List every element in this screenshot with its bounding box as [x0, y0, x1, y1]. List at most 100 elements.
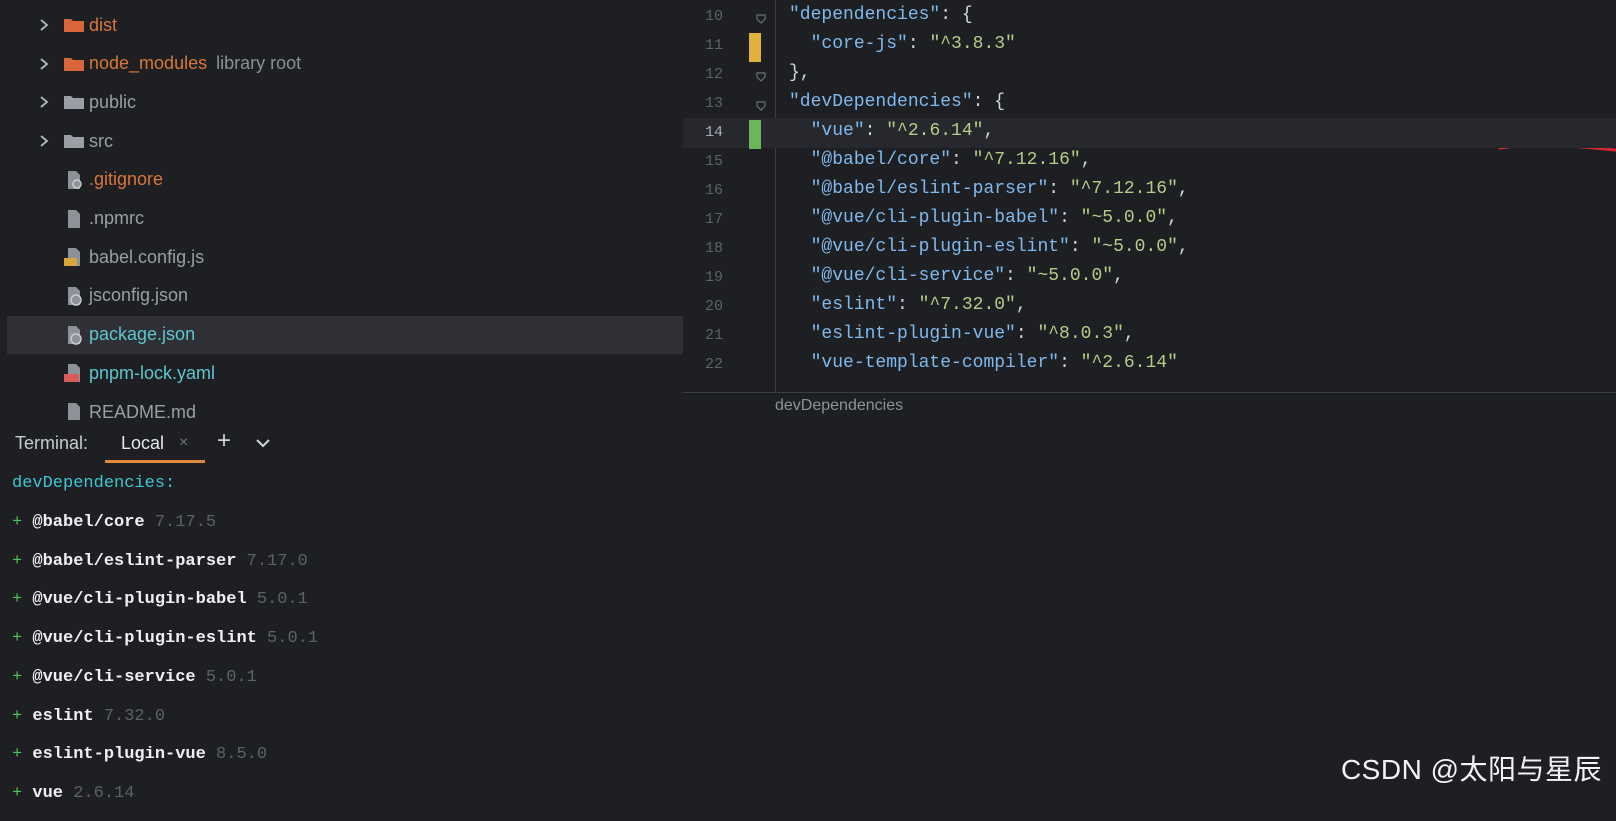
json-punct: :: [1015, 324, 1038, 344]
line-number: 13: [704, 95, 723, 112]
tree-item-name: package.json: [89, 324, 196, 345]
tree-item-label: .npmrc: [89, 208, 144, 229]
package-name: vue: [32, 783, 64, 803]
tree-item-label: public: [89, 92, 136, 113]
close-icon[interactable]: ×: [179, 435, 188, 451]
json-string: "~5.0.0": [1091, 237, 1178, 257]
tree-item-npmrc[interactable]: .npmrc: [0, 200, 683, 238]
tree-item-pnpm-lock-yaml[interactable]: pnpm-lock.yaml: [0, 354, 683, 392]
json-string: "^7.32.0": [918, 295, 1016, 315]
tree-item-jsconfig-json[interactable]: jsconfig.json: [0, 277, 683, 315]
new-tab-plus-icon[interactable]: +: [217, 428, 231, 454]
line-number: 20: [704, 298, 723, 315]
code-line[interactable]: 11 "core-js": "^3.8.3": [683, 31, 1616, 62]
code-line[interactable]: 20 "eslint": "^7.32.0",: [683, 292, 1616, 322]
json-key: "eslint-plugin-vue": [810, 324, 1016, 344]
code-text: "@babel/core": "^7.12.16",: [789, 150, 1092, 170]
code-line[interactable]: 18 "@vue/cli-plugin-eslint": "~5.0.0",: [683, 234, 1616, 264]
json-string: "^3.8.3": [929, 34, 1016, 54]
line-number: 14: [704, 124, 723, 141]
plus-sign: +: [12, 590, 33, 610]
code-line[interactable]: 15 "@babel/core": "^7.12.16",: [683, 147, 1616, 177]
tree-item-node-modules[interactable]: node_modules library root: [0, 45, 683, 83]
tree-item-readme-md[interactable]: README.md: [0, 393, 683, 420]
json-key: "@vue/cli-service": [810, 266, 1006, 286]
json-punct: ,: [1177, 179, 1189, 199]
package-name: @vue/cli-service: [32, 667, 196, 687]
tree-item-suffix: library root: [216, 53, 302, 74]
code-line[interactable]: 19 "@vue/cli-service": "~5.0.0",: [683, 263, 1616, 293]
tree-item-public[interactable]: public: [0, 83, 683, 121]
plus-sign: +: [12, 667, 33, 687]
code-text: "@babel/eslint-parser": "^7.12.16",: [789, 179, 1189, 199]
tree-item-name: jsconfig.json: [89, 285, 189, 306]
code-line[interactable]: 12},: [683, 60, 1616, 90]
json-punct: [789, 34, 811, 54]
tree-item-name: public: [89, 91, 137, 112]
chevron-right-icon[interactable]: [37, 57, 51, 71]
terminal-title: Terminal:: [15, 433, 89, 453]
json-key: "@vue/cli-plugin-eslint": [810, 237, 1070, 257]
fold-icon[interactable]: [755, 11, 767, 24]
tree-item-dist[interactable]: dist: [0, 6, 683, 44]
code-line[interactable]: 10 "dependencies": {: [683, 2, 1616, 32]
json-string: "~5.0.0": [1080, 208, 1168, 228]
code-text: },: [789, 63, 811, 83]
json-string: "^7.12.16": [972, 150, 1081, 170]
breadcrumb[interactable]: devDependencies: [775, 397, 903, 415]
terminal-line: + eslint-plugin-vue 8.5.0: [12, 745, 267, 764]
package-version: 5.0.1: [205, 667, 257, 687]
fold-icon[interactable]: [755, 98, 767, 111]
code-line[interactable]: 17 "@vue/cli-plugin-babel": "~5.0.0",: [683, 205, 1616, 235]
json-file-icon: [63, 285, 85, 307]
code-line[interactable]: 21 "eslint-plugin-vue": "^8.0.3",: [683, 321, 1616, 351]
code-editor[interactable]: 10 "dependencies": {11 "core-js": "^3.8.3…: [683, 0, 1616, 392]
plus-sign: +: [12, 706, 33, 726]
package-version: 7.17.5: [154, 513, 217, 532]
json-punct: ,: [1080, 150, 1092, 170]
package-name: @babel/eslint-parser: [32, 551, 237, 571]
terminal-line: + @vue/cli-plugin-babel 5.0.1: [12, 590, 308, 609]
chevron-down-icon[interactable]: [255, 435, 271, 451]
code-line[interactable]: 13 "devDependencies": {: [683, 89, 1616, 119]
code-text: "dependencies": {: [789, 5, 973, 25]
tree-item-label: README.md: [89, 402, 196, 421]
json-punct: :: [951, 150, 973, 170]
json-punct: [789, 208, 811, 228]
json-key: "@babel/eslint-parser": [810, 179, 1049, 199]
json-punct: :: [864, 121, 887, 141]
tree-item-gitignore[interactable]: .gitignore: [0, 161, 683, 199]
code-line[interactable]: 16 "@babel/eslint-parser": "^7.12.16",: [683, 176, 1616, 206]
json-punct: },: [789, 63, 811, 83]
tab-local[interactable]: Local ×: [105, 421, 205, 463]
code-text: "vue": "^2.6.14",: [789, 121, 995, 141]
json-punct: :: [1069, 237, 1092, 257]
tree-item-babel-config-js[interactable]: babel.config.js: [0, 238, 683, 276]
change-marker-added[interactable]: [749, 120, 761, 149]
code-text: "@vue/cli-plugin-babel": "~5.0.0",: [789, 208, 1178, 228]
tree-item-package-json[interactable]: package.json: [7, 315, 683, 354]
code-line[interactable]: 14 "vue": "^2.6.14",: [683, 118, 1616, 149]
tree-item-name: node_modules: [89, 53, 208, 74]
fold-icon[interactable]: [755, 69, 767, 82]
json-string: "^2.6.14": [886, 121, 984, 141]
tree-item-label: dist: [89, 15, 117, 36]
chevron-right-icon[interactable]: [37, 18, 51, 32]
line-number: 12: [704, 66, 723, 83]
code-text: "@vue/cli-service": "~5.0.0",: [789, 266, 1124, 286]
json-punct: [789, 150, 811, 170]
terminal-line: + vue 2.6.14: [12, 784, 134, 803]
line-number: 16: [704, 182, 723, 199]
json-punct: :: [897, 295, 919, 315]
tree-item-name: README.md: [89, 401, 197, 421]
tree-item-src[interactable]: src: [0, 122, 683, 160]
change-marker-modified[interactable]: [749, 33, 761, 62]
tree-item-name: .npmrc: [89, 208, 145, 228]
json-string: "^7.12.16": [1069, 179, 1178, 199]
plus-sign: +: [12, 513, 33, 532]
chevron-right-icon[interactable]: [37, 134, 51, 148]
terminal-line: + eslint 7.32.0: [12, 707, 165, 726]
code-line[interactable]: 22 "vue-template-compiler": "^2.6.14": [683, 350, 1616, 380]
chevron-right-icon[interactable]: [37, 95, 51, 109]
terminal-line: + @babel/eslint-parser 7.17.0: [12, 552, 308, 571]
